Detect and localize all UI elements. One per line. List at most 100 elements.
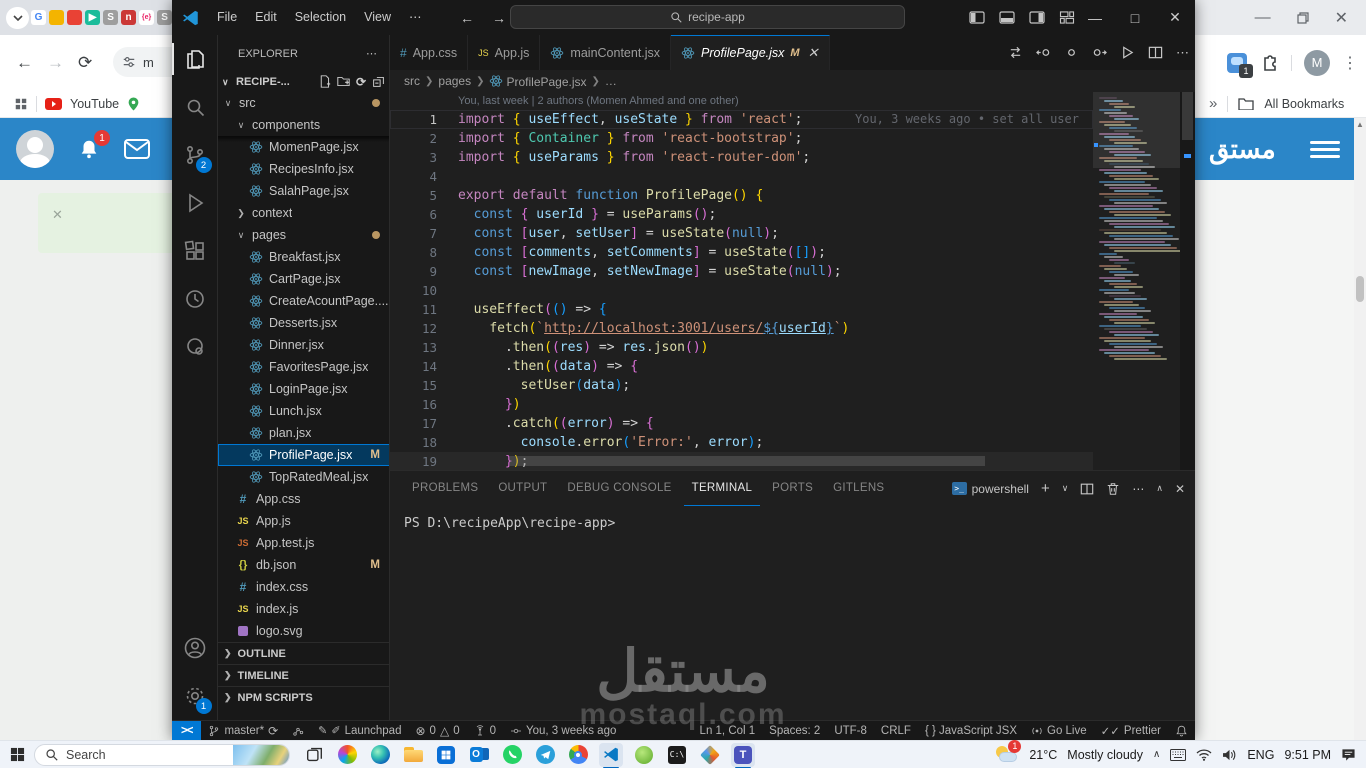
tree-item-MomenPage-jsx[interactable]: MomenPage.jsx	[218, 136, 389, 158]
code-line-1[interactable]: 1 import { useEffect, useState } from 're…	[390, 110, 1093, 129]
tree-item-FavoritesPage-jsx[interactable]: FavoritesPage.jsx	[218, 356, 389, 378]
taskbar-app-whatsapp[interactable]	[500, 743, 524, 767]
taskbar-app-chrome[interactable]	[566, 743, 590, 767]
bookmarks-overflow[interactable]: »	[1209, 95, 1217, 112]
explorer-more-actions-icon[interactable]: ⋯	[366, 47, 377, 60]
panel-tab-gitlens[interactable]: GITLENS	[825, 471, 892, 506]
avatar[interactable]	[16, 130, 54, 168]
wifi-icon[interactable]	[1196, 748, 1212, 761]
notification-center-icon[interactable]	[1341, 748, 1356, 762]
breadcrumb-item-src[interactable]: src	[404, 74, 420, 88]
open-changes-icon[interactable]	[1008, 45, 1023, 60]
code-line-5[interactable]: 5 export default function ProfilePage() {	[390, 186, 1093, 205]
tree-item-ProfilePage-jsx[interactable]: ProfilePage.jsx M	[218, 444, 389, 466]
taskbar-app-vscode[interactable]	[599, 742, 623, 768]
apps-grid-icon[interactable]	[14, 97, 28, 111]
activity-source-control-icon[interactable]: 2	[172, 131, 218, 179]
editor-tab-App-js[interactable]: JS App.js	[468, 35, 541, 70]
tray-temperature[interactable]: 21°C	[1029, 748, 1057, 762]
new-terminal-icon[interactable]: +	[1041, 480, 1050, 497]
extensions-puzzle-icon[interactable]	[1259, 53, 1279, 73]
status-commit-graph[interactable]	[285, 721, 311, 741]
editor-scrollbar[interactable]	[1180, 92, 1195, 470]
activity-settings-icon[interactable]: 1	[172, 672, 218, 720]
split-editor-icon[interactable]	[1148, 45, 1163, 60]
run-file-icon[interactable]	[1120, 45, 1135, 60]
code-line-17[interactable]: 17 .catch((error) => {	[390, 414, 1093, 433]
tree-item-Lunch-jsx[interactable]: Lunch.jsx	[218, 400, 389, 422]
tree-item-context[interactable]: ❯ context	[218, 202, 389, 224]
code-line-15[interactable]: 15 setUser(data);	[390, 376, 1093, 395]
new-file-icon[interactable]	[318, 75, 331, 88]
terminal-dropdown-icon[interactable]: ∨	[1062, 483, 1069, 494]
tree-item-RecipesInfo-jsx[interactable]: RecipesInfo.jsx	[218, 158, 389, 180]
toggle-panel-icon[interactable]	[999, 11, 1015, 24]
extension-icon[interactable]: 1	[1227, 52, 1253, 78]
code-line-4[interactable]: 4	[390, 167, 1093, 186]
browser-tab-npm[interactable]: n	[121, 10, 137, 25]
page-scrollbar[interactable]: ▲	[1354, 118, 1366, 740]
code-editor[interactable]: You, last week | 2 authors (Momen Ahmed …	[390, 92, 1093, 470]
code-line-9[interactable]: 9 const [newImage, setNewImage] = useSta…	[390, 262, 1093, 281]
code-line-12[interactable]: 12 fetch(`http://localhost:3001/users/${…	[390, 319, 1093, 338]
status-remote[interactable]: ><	[172, 720, 202, 741]
window-minimize-button[interactable]: —	[1075, 0, 1115, 35]
kill-terminal-icon[interactable]	[1106, 482, 1120, 496]
gitlens-annotate-icon[interactable]	[1064, 45, 1079, 60]
next-change-icon[interactable]	[1092, 45, 1107, 60]
terminal-output[interactable]: PS D:\recipeApp\recipe-app>	[390, 506, 1195, 531]
command-center-search[interactable]: recipe-app	[510, 5, 905, 29]
tree-item-App-css[interactable]: # App.css	[218, 488, 389, 510]
tree-item-plan-jsx[interactable]: plan.jsx	[218, 422, 389, 444]
code-line-16[interactable]: 16 })	[390, 395, 1093, 414]
start-button[interactable]	[0, 747, 34, 762]
tab-search-button[interactable]	[6, 6, 30, 29]
nav-back-icon[interactable]: ←	[460, 10, 474, 26]
code-line-18[interactable]: 18 console.error('Error:', error);	[390, 433, 1093, 452]
activity-accounts-icon[interactable]	[172, 624, 218, 672]
tree-item-Dinner-jsx[interactable]: Dinner.jsx	[218, 334, 389, 356]
activity-gitlens-icon[interactable]	[172, 275, 218, 323]
tree-item-Breakfast-jsx[interactable]: Breakfast.jsx	[218, 246, 389, 268]
notifications-bell[interactable]: 1	[78, 130, 110, 161]
tree-item-components[interactable]: ∨ components	[218, 114, 389, 136]
tree-item-pages[interactable]: ∨ pages	[218, 224, 389, 246]
status-notifications[interactable]	[1168, 721, 1195, 741]
menu-edit[interactable]: Edit	[246, 0, 286, 35]
profile-avatar[interactable]: M	[1304, 49, 1330, 76]
menu-selection[interactable]: Selection	[286, 0, 355, 35]
all-bookmarks[interactable]: All Bookmarks	[1264, 97, 1344, 111]
code-line-2[interactable]: 2 import { Container } from 'react-bootst…	[390, 129, 1093, 148]
window-maximize-button[interactable]: □	[1115, 0, 1155, 35]
volume-icon[interactable]	[1222, 749, 1237, 761]
code-line-3[interactable]: 3 import { useParams } from 'react-router…	[390, 148, 1093, 167]
scroll-up-arrow[interactable]: ▲	[1354, 118, 1366, 132]
tree-item-src[interactable]: ∨ src	[218, 92, 389, 114]
status-go-live[interactable]: Go Live	[1024, 721, 1094, 741]
panel-tab-output[interactable]: OUTPUT	[490, 471, 555, 506]
horizontal-scrollbar-thumb[interactable]	[510, 456, 985, 466]
browser-menu-icon[interactable]: ⋮	[1342, 53, 1358, 73]
browser-tab-red-site[interactable]	[67, 10, 83, 25]
tree-item-index-css[interactable]: # index.css	[218, 576, 389, 598]
status-encoding[interactable]: UTF-8	[827, 721, 874, 741]
tree-item-SalahPage-jsx[interactable]: SalahPage.jsx	[218, 180, 389, 202]
taskbar-app-cmd[interactable]: C:\	[665, 743, 689, 767]
tree-item-index-js[interactable]: JS index.js	[218, 598, 389, 620]
browser-back-button[interactable]: ←	[16, 53, 33, 73]
taskbar-app-telegram[interactable]	[533, 743, 557, 767]
menu-view[interactable]: View	[355, 0, 400, 35]
status-cursor-position[interactable]: Ln 1, Col 1	[693, 721, 763, 741]
more-actions-icon[interactable]: ⋯	[1176, 45, 1189, 61]
scrollbar-thumb[interactable]	[1356, 276, 1364, 302]
toggle-sidebar-icon[interactable]	[969, 11, 985, 24]
tree-item-App-js[interactable]: JS App.js	[218, 510, 389, 532]
tray-clock[interactable]: 9:51 PM	[1284, 748, 1331, 762]
status-eol[interactable]: CRLF	[874, 721, 918, 741]
code-line-14[interactable]: 14 .then((data) => {	[390, 357, 1093, 376]
customize-layout-icon[interactable]	[1059, 11, 1075, 24]
tree-item-LoginPage-jsx[interactable]: LoginPage.jsx	[218, 378, 389, 400]
panel-more-icon[interactable]: ⋯	[1132, 482, 1144, 496]
activity-run-debug-icon[interactable]	[172, 179, 218, 227]
breadcrumb-item-ProfilePage-jsx[interactable]: ProfilePage.jsx	[489, 74, 587, 89]
